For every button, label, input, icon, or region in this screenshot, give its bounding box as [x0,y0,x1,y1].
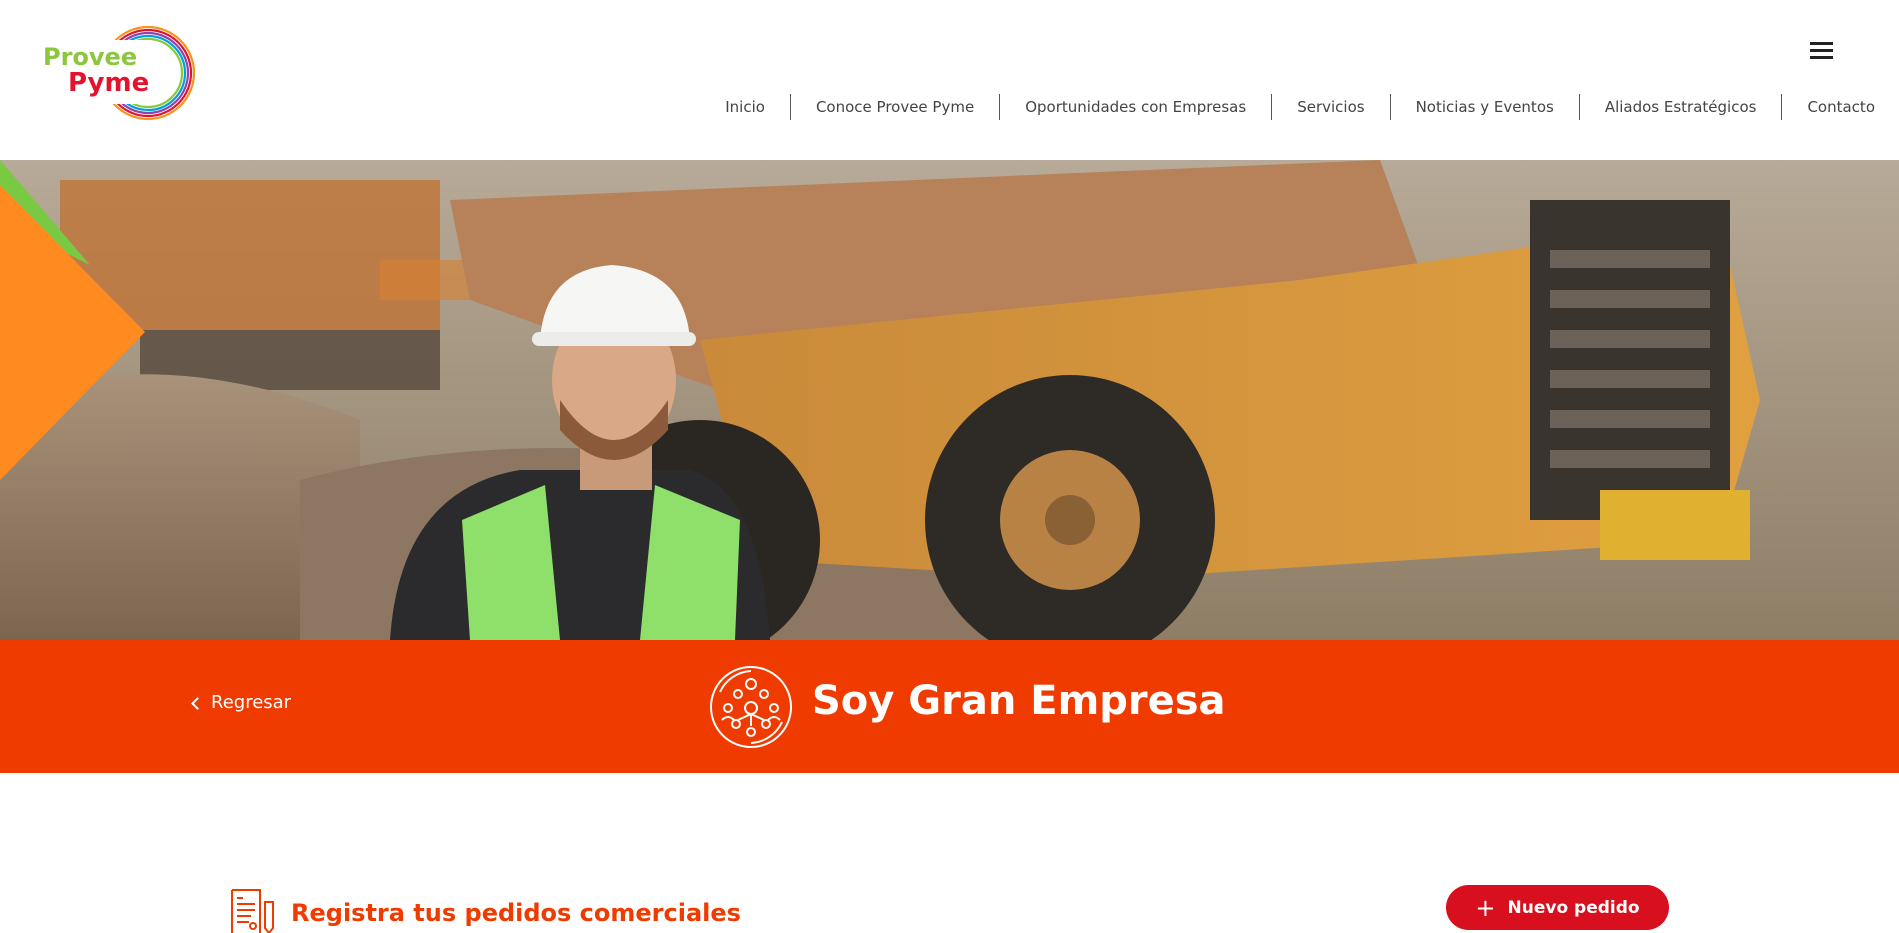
order-document-icon [231,889,274,933]
hamburger-menu-icon[interactable] [1810,42,1836,62]
plus-icon: + [1475,893,1496,922]
nav-item-servicios[interactable]: Servicios [1272,92,1389,122]
nav-item-conoce[interactable]: Conoce Provee Pyme [791,92,999,122]
hero-image [0,160,1899,640]
company-network-icon [710,666,792,748]
nav-item-noticias[interactable]: Noticias y Eventos [1391,92,1579,122]
logo-text-pyme: Pyme [68,68,150,98]
page-title-band: Regresar Soy Gran Empresa [0,640,1899,773]
logo-text-provee: Provee [43,43,138,71]
site-header: Provee Pyme Inicio Conoce Provee Pyme Op… [0,0,1899,160]
section-title: Registra tus pedidos comerciales [291,899,741,927]
back-link[interactable]: Regresar [191,692,292,713]
new-order-button[interactable]: + Nuevo pedido [1446,885,1669,930]
main-navigation: Inicio Conoce Provee Pyme Oportunidades … [700,92,1875,122]
chevron-left-icon [191,696,204,710]
new-order-button-label: Nuevo pedido [1507,897,1640,918]
nav-item-aliados[interactable]: Aliados Estratégicos [1580,92,1782,122]
provee-pyme-logo[interactable]: Provee Pyme [40,26,196,122]
nav-item-contacto[interactable]: Contacto [1782,92,1875,122]
back-link-label: Regresar [211,692,292,713]
nav-item-oportunidades[interactable]: Oportunidades con Empresas [1000,92,1271,122]
construction-scene-illustration [0,160,1899,640]
page-title: Soy Gran Empresa [812,678,1226,724]
nav-item-inicio[interactable]: Inicio [700,92,790,122]
